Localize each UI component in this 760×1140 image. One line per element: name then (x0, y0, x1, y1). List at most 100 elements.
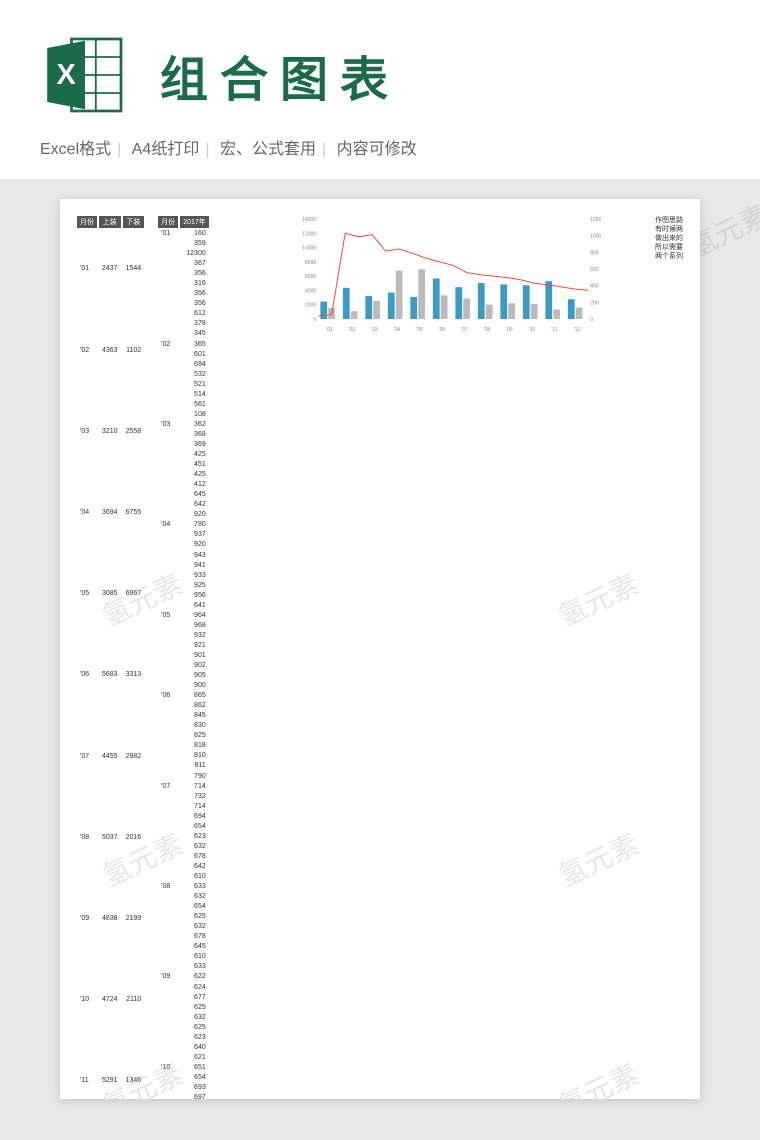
table-row: '0948382199 (77, 880, 144, 959)
svg-text:1000: 1000 (590, 234, 601, 240)
svg-text:'08: '08 (483, 327, 490, 333)
table-row: 956 (158, 592, 209, 600)
subtitle: Excel格式| A4纸打印| 宏、公式套用| 内容可修改 (40, 135, 720, 159)
table-row: 623 (158, 1034, 209, 1042)
table-row: 818 (158, 742, 209, 750)
page-title: 组合图表 (160, 40, 400, 110)
col-header: 上装 (99, 216, 121, 228)
svg-text:600: 600 (590, 267, 599, 273)
svg-text:'01: '01 (326, 327, 333, 333)
table-row: 732 (158, 793, 209, 801)
table-row: 601 (158, 351, 209, 359)
note-line: 所以需要 (655, 243, 683, 252)
table-row: 632 (158, 923, 209, 931)
col-header: 月份 (77, 216, 97, 228)
svg-text:'09: '09 (506, 327, 513, 333)
table-row: 625 (158, 1004, 209, 1012)
table-row: '05964 (158, 612, 209, 620)
data-table-2: 月份2017年 '0116035912300367356316356356612… (156, 214, 211, 1099)
table-row: 654 (158, 823, 209, 831)
table-row: 921 (158, 642, 209, 650)
table-row: '1152911346 (77, 1042, 144, 1099)
table-row: 633 (158, 963, 209, 971)
subtitle-part: 宏、公式套用 (220, 141, 316, 158)
table-row: 621 (158, 1054, 209, 1062)
table-row: 654 (158, 903, 209, 911)
table-row: 356 (158, 300, 209, 308)
svg-text:400: 400 (590, 284, 599, 290)
table-row: 345 (158, 330, 209, 338)
table-row: '0850372016 (77, 798, 144, 877)
header-banner: X 组合图表 Excel格式| A4纸打印| 宏、公式套用| 内容可修改 (0, 0, 760, 179)
table-row: 356 (158, 270, 209, 278)
table-row: 368 (158, 431, 209, 439)
note-line: 作图思路 (655, 216, 683, 225)
svg-text:'04: '04 (393, 327, 400, 333)
svg-text:'06: '06 (438, 327, 445, 333)
table-row: '10651 (158, 1064, 209, 1072)
table-row: '0744552882 (77, 717, 144, 796)
table-row: 451 (158, 461, 209, 469)
table-row: 810 (158, 752, 209, 760)
table-row: 902 (158, 662, 209, 670)
table-row: 642 (158, 863, 209, 871)
table-row: 641 (158, 602, 209, 610)
subtitle-part: A4纸打印 (132, 141, 200, 158)
table-row: '02365 (158, 341, 209, 349)
table-row: 693 (158, 1084, 209, 1092)
table-row: 625 (158, 1024, 209, 1032)
table-row: 937 (158, 531, 209, 539)
table-row: 632 (158, 843, 209, 851)
svg-text:6000: 6000 (305, 274, 316, 280)
table-row: 645 (158, 491, 209, 499)
table-row: 901 (158, 652, 209, 660)
col-header: 月份 (158, 216, 178, 228)
table-row: 521 (158, 381, 209, 389)
table-row: 645 (158, 943, 209, 951)
svg-text:800: 800 (590, 250, 599, 256)
table-row: 369 (158, 441, 209, 449)
svg-text:X: X (56, 59, 75, 91)
table-row: 425 (158, 471, 209, 479)
svg-text:14000: 14000 (302, 217, 316, 223)
svg-text:'11: '11 (551, 327, 557, 333)
table-row: '0332102558 (77, 392, 144, 471)
svg-text:200: 200 (590, 300, 599, 306)
table-row: 561 (158, 401, 209, 409)
table-row: 640 (158, 1044, 209, 1052)
table-row: 642 (158, 501, 209, 509)
table-row: '09622 (158, 973, 209, 981)
table-row: 610 (158, 873, 209, 881)
chart-notes: 作图思路有时候两做出来的所以需要两个系列 (655, 216, 683, 261)
table-row: 623 (158, 833, 209, 841)
table-row: '03362 (158, 421, 209, 429)
svg-text:4000: 4000 (305, 288, 316, 294)
note-line: 有时候两 (655, 225, 683, 234)
table-row: 316 (158, 280, 209, 288)
table-row: 359 (158, 240, 209, 248)
svg-text:1200: 1200 (590, 217, 601, 223)
table-row: 968 (158, 622, 209, 630)
table-row: 624 (158, 984, 209, 992)
svg-text:'10: '10 (528, 327, 535, 333)
table-row: 625 (158, 913, 209, 921)
svg-text:2000: 2000 (305, 303, 316, 309)
table-row: 943 (158, 552, 209, 560)
table-row: 694 (158, 813, 209, 821)
table-row: '0656833313 (77, 636, 144, 715)
table-row: 654 (158, 1074, 209, 1082)
table-row: 425 (158, 451, 209, 459)
table-row: '07714 (158, 783, 209, 791)
table-row: '1047242110 (77, 961, 144, 1040)
table-row: '08633 (158, 883, 209, 891)
table-row: 941 (158, 562, 209, 570)
table-row: 532 (158, 371, 209, 379)
table-row: 632 (158, 893, 209, 901)
table-row: 932 (158, 632, 209, 640)
table-row: 900 (158, 682, 209, 690)
table-row: 356 (158, 290, 209, 298)
table-row: '01160 (158, 230, 209, 238)
svg-text:0: 0 (590, 317, 593, 323)
svg-text:10000: 10000 (302, 246, 316, 252)
table-row: 412 (158, 481, 209, 489)
